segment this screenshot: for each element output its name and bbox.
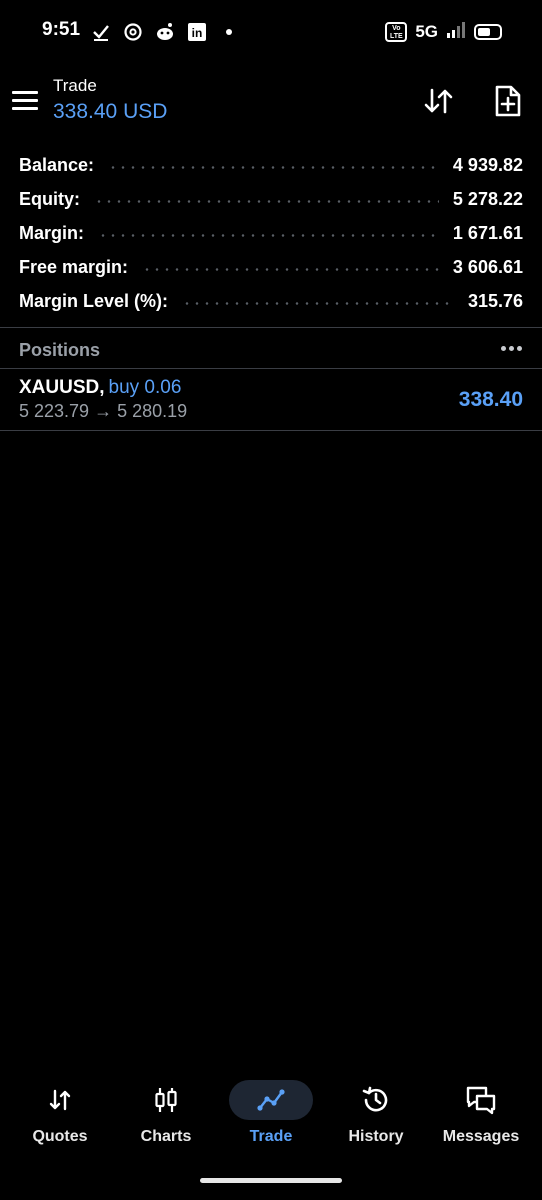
dotted-leader bbox=[182, 301, 454, 305]
summary-label: Margin: bbox=[19, 222, 84, 243]
charts-icon bbox=[124, 1080, 208, 1120]
svg-text:in: in bbox=[192, 26, 203, 40]
app-header: Trade 338.40 USD bbox=[0, 64, 542, 140]
positions-title: Positions bbox=[19, 340, 101, 360]
sort-icon[interactable] bbox=[422, 84, 456, 118]
quotes-icon bbox=[18, 1080, 102, 1120]
more-options-icon[interactable] bbox=[501, 346, 522, 351]
new-order-icon[interactable] bbox=[492, 84, 524, 118]
summary-value: 4 939.82 bbox=[452, 154, 523, 175]
account-summary: Balance: 4 939.82 Equity: 5 278.22 Margi… bbox=[0, 148, 542, 318]
nav-label: History bbox=[348, 1128, 404, 1145]
summary-row-margin: Margin: 1 671.61 bbox=[0, 216, 542, 250]
status-bar: 9:51 in Vo LTE 5G bbox=[0, 0, 542, 64]
dotted-leader bbox=[108, 165, 439, 169]
summary-row-equity: Equity: 5 278.22 bbox=[0, 182, 542, 216]
system-status-icons: Vo LTE 5G bbox=[385, 20, 502, 44]
nav-trade[interactable]: Trade bbox=[219, 1072, 323, 1162]
threads-icon bbox=[122, 21, 144, 43]
dot-icon bbox=[218, 21, 240, 43]
summary-label: Margin Level (%): bbox=[19, 290, 169, 311]
summary-row-margin-level: Margin Level (%): 315.76 bbox=[0, 284, 542, 318]
nav-label: Quotes bbox=[32, 1128, 88, 1145]
menu-icon[interactable] bbox=[12, 86, 40, 114]
linkedin-icon: in bbox=[186, 21, 208, 43]
signal-icon bbox=[446, 21, 466, 44]
history-icon bbox=[334, 1080, 418, 1120]
home-indicator[interactable] bbox=[200, 1178, 342, 1183]
dotted-leader bbox=[94, 199, 439, 203]
dotted-leader bbox=[142, 267, 439, 271]
position-prices: 5 223.79 → 5 280.19 bbox=[19, 401, 188, 421]
summary-row-free-margin: Free margin: 3 606.61 bbox=[0, 250, 542, 284]
page-title: Trade bbox=[53, 76, 97, 95]
position-title: XAUUSD, buy 0.06 bbox=[19, 377, 181, 399]
summary-value: 5 278.22 bbox=[452, 188, 523, 209]
network-type: 5G bbox=[415, 22, 438, 41]
section-divider bbox=[0, 327, 542, 328]
check-icon bbox=[90, 21, 112, 43]
position-profit: 338.40 bbox=[458, 388, 523, 411]
summary-label: Balance: bbox=[19, 154, 95, 175]
reddit-icon bbox=[154, 21, 176, 43]
dotted-leader bbox=[98, 233, 439, 237]
position-side: buy 0.06 bbox=[108, 377, 182, 398]
total-profit: 338.40 USD bbox=[53, 100, 168, 123]
summary-row-balance: Balance: 4 939.82 bbox=[0, 148, 542, 182]
positions-header: Positions bbox=[0, 331, 542, 367]
section-divider bbox=[0, 368, 542, 369]
nav-label: Messages bbox=[442, 1128, 520, 1145]
nav-history[interactable]: History bbox=[324, 1072, 428, 1162]
position-row[interactable]: XAUUSD, buy 0.06 5 223.79 → 5 280.19 338.… bbox=[0, 370, 542, 430]
messages-icon bbox=[439, 1080, 523, 1120]
summary-label: Free margin: bbox=[19, 256, 129, 277]
trade-icon bbox=[229, 1080, 313, 1120]
position-symbol: XAUUSD, bbox=[19, 377, 105, 398]
nav-label: Charts bbox=[140, 1128, 192, 1145]
row-divider bbox=[0, 430, 542, 431]
battery-icon bbox=[474, 24, 502, 40]
volte-icon: Vo LTE bbox=[385, 22, 408, 42]
summary-value: 1 671.61 bbox=[452, 222, 523, 243]
nav-charts[interactable]: Charts bbox=[114, 1072, 218, 1162]
summary-value: 315.76 bbox=[467, 290, 523, 311]
nav-label: Trade bbox=[249, 1128, 293, 1145]
notification-icons: in bbox=[90, 20, 240, 44]
nav-quotes[interactable]: Quotes bbox=[8, 1072, 112, 1162]
summary-label: Equity: bbox=[19, 188, 80, 209]
summary-value: 3 606.61 bbox=[452, 256, 523, 277]
bottom-navigation: Quotes Charts Trade History Messages bbox=[0, 1072, 542, 1162]
nav-messages[interactable]: Messages bbox=[429, 1072, 533, 1162]
status-time: 9:51 bbox=[42, 19, 81, 40]
